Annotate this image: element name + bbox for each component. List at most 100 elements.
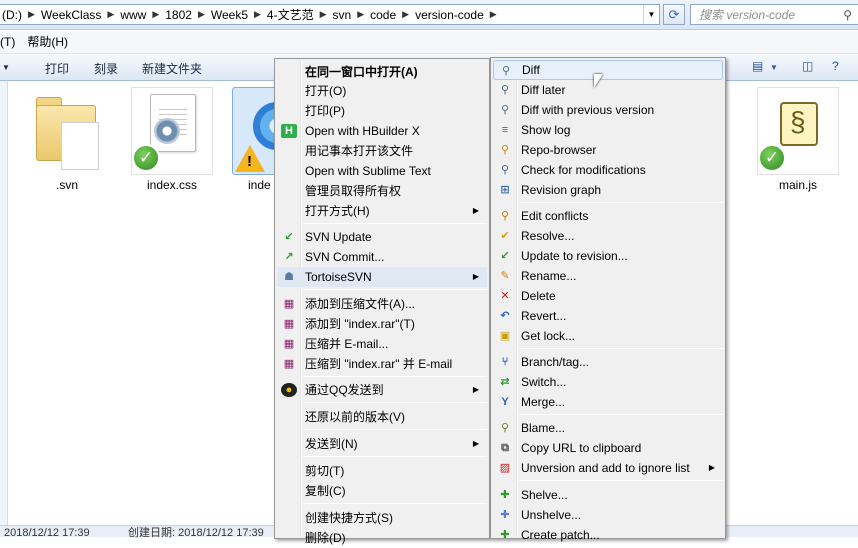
menu-cut[interactable]: 剪切(T) (277, 461, 487, 481)
menu-add-to-index-rar[interactable]: ▦ 添加到 "index.rar"(T) (277, 314, 487, 334)
menu-open-with[interactable]: 打开方式(H) ▶ (277, 201, 487, 221)
create-patch-icon: ✚ (500, 529, 510, 541)
svn-diff[interactable]: ⚲ Diff (493, 60, 723, 80)
menu-copy[interactable]: 复制(C) (277, 481, 487, 501)
search-input[interactable]: 搜索 version-code ⚲ (690, 4, 858, 25)
magnifier-icon: ⚲ (500, 84, 510, 96)
svn-rename[interactable]: ✎ Rename... (493, 266, 723, 286)
qq-penguin-icon: ● (281, 383, 297, 397)
menu-separator (303, 376, 487, 377)
menu-compress-index-rar-email[interactable]: ▦ 压缩到 "index.rar" 并 E-mail (277, 354, 487, 374)
menu-open-sublime[interactable]: Open with Sublime Text (277, 161, 487, 181)
svn-update-to-revision[interactable]: ↙ Update to revision... (493, 246, 723, 266)
svn-normal-status-icon: ✓ (132, 144, 160, 172)
crumb-svn[interactable]: svn ▶ (333, 8, 371, 22)
crumb-code[interactable]: code ▶ (370, 8, 415, 22)
file-item-main-js[interactable]: ✓ main.js (753, 87, 843, 192)
chevron-right-icon: ▶ (319, 9, 327, 19)
svn-switch[interactable]: ⇄ Switch... (493, 372, 723, 392)
crumb-drive[interactable]: (D:) ▶ (2, 8, 41, 22)
chevron-right-icon: ▶ (357, 9, 365, 19)
status-created-date: 创建日期: 2018/12/12 17:39 (128, 527, 264, 539)
menu-separator (303, 429, 487, 430)
menu-separator (303, 503, 487, 504)
address-dropdown-icon[interactable]: ▼ (643, 5, 659, 24)
branch-icon: ⑂ (501, 356, 509, 368)
breadcrumb[interactable]: (D:) ▶ WeekClass ▶ www ▶ 1802 ▶ Week5 ▶ 4-文艺范… (0, 4, 660, 25)
navigation-pane[interactable] (0, 81, 8, 525)
svn-copy-url[interactable]: ⧉ Copy URL to clipboard (493, 438, 723, 458)
blame-icon: ⚲ (500, 422, 510, 434)
svn-show-log[interactable]: ≡ Show log (493, 120, 723, 140)
svn-branch-tag[interactable]: ⑂ Branch/tag... (493, 352, 723, 372)
svn-update-icon: ↙ (284, 231, 294, 243)
hbuilder-icon: H (281, 124, 297, 138)
submenu-arrow-icon: ▶ (708, 463, 715, 472)
svn-diff-later[interactable]: ⚲ Diff later (493, 80, 723, 100)
crumb-version-code[interactable]: version-code ▶ (415, 8, 503, 22)
repo-browser-icon: ⚲ (500, 144, 510, 156)
menu-restore-previous[interactable]: 还原以前的版本(V) (277, 407, 487, 427)
menu-open-same-window[interactable]: 在同一窗口中打开(A) (277, 62, 487, 82)
print-button[interactable]: 打印 (45, 60, 69, 77)
svn-blame[interactable]: ⚲ Blame... (493, 418, 723, 438)
svn-create-patch[interactable]: ✚ Create patch... (493, 525, 723, 545)
menu-separator (519, 414, 723, 415)
menu-delete[interactable]: 删除(D) (277, 528, 487, 548)
view-options-icon[interactable]: ▤ (752, 59, 770, 75)
burn-button[interactable]: 刻录 (94, 60, 118, 77)
merge-icon: Y (501, 396, 509, 408)
svn-get-lock[interactable]: ▣ Get lock... (493, 326, 723, 346)
menu-compress-email[interactable]: ▦ 压缩并 E-mail... (277, 334, 487, 354)
help-icon[interactable]: ? (832, 59, 850, 75)
svn-unshelve[interactable]: ✚ Unshelve... (493, 505, 723, 525)
menu-tools[interactable]: (T) (0, 35, 15, 49)
crumb-www[interactable]: www ▶ (120, 8, 165, 22)
svn-delete[interactable]: ✕ Delete (493, 286, 723, 306)
svn-resolve[interactable]: ✔ Resolve... (493, 226, 723, 246)
menu-open[interactable]: 打开(O) (277, 81, 487, 101)
svn-revision-graph[interactable]: ⊞ Revision graph (493, 180, 723, 200)
copy-url-icon: ⧉ (501, 442, 509, 454)
refresh-button[interactable]: ⟳ (663, 4, 685, 25)
menu-send-to[interactable]: 发送到(N) ▶ (277, 434, 487, 454)
submenu-arrow-icon: ▶ (472, 385, 479, 394)
menu-print[interactable]: 打印(P) (277, 101, 487, 121)
svn-edit-conflicts[interactable]: ⚲ Edit conflicts (493, 206, 723, 226)
svn-check-modifications[interactable]: ⚲ Check for modifications (493, 160, 723, 180)
crumb-1802[interactable]: 1802 ▶ (165, 8, 211, 22)
file-item-index-css[interactable]: ✓ index.css (127, 87, 217, 192)
file-name: index.css (146, 178, 198, 192)
svn-shelve[interactable]: ✚ Shelve... (493, 485, 723, 505)
refresh-icon: ⟳ (668, 6, 680, 22)
menu-tortoisesvn[interactable]: ☗ TortoiseSVN ▶ (277, 267, 487, 287)
crumb-week5[interactable]: Week5 ▶ (211, 8, 267, 22)
menu-add-to-archive[interactable]: ▦ 添加到压缩文件(A)... (277, 294, 487, 314)
crumb-weekclass[interactable]: WeekClass ▶ (41, 8, 120, 22)
status-modified-date: 2018/12/12 17:39 (4, 527, 90, 539)
menu-take-ownership[interactable]: 管理员取得所有权 (277, 181, 487, 201)
mouse-cursor-icon (594, 74, 603, 88)
preview-pane-icon[interactable]: ◫ (802, 59, 820, 75)
svn-diff-previous[interactable]: ⚲ Diff with previous version (493, 100, 723, 120)
menu-open-notepad[interactable]: 用记事本打开该文件 (277, 141, 487, 161)
crumb-wenyifan[interactable]: 4-文艺范 ▶ (267, 6, 333, 23)
menu-open-hbuilder[interactable]: H Open with HBuilder X (277, 121, 487, 141)
svn-merge[interactable]: Y Merge... (493, 392, 723, 412)
menu-create-shortcut[interactable]: 创建快捷方式(S) (277, 508, 487, 528)
menu-svn-update[interactable]: ↙ SVN Update (277, 227, 487, 247)
menu-send-via-qq[interactable]: ● 通过QQ发送到 ▶ (277, 380, 487, 400)
menu-separator (519, 348, 723, 349)
revert-icon: ↶ (500, 310, 510, 322)
view-dropdown-icon[interactable]: ▼ (770, 63, 788, 79)
menu-help[interactable]: 帮助(H) (27, 33, 68, 50)
svn-repo-browser[interactable]: ⚲ Repo-browser (493, 140, 723, 160)
tortoisesvn-submenu: ⚲ Diff ⚲ Diff later ⚲ Diff with previous ve… (490, 57, 726, 542)
new-folder-button[interactable]: 新建文件夹 (142, 60, 202, 77)
toolbar-dropdown-icon[interactable]: ▼ (2, 63, 10, 72)
svn-unversion-ignore[interactable]: ▨ Unversion and add to ignore list ▶ (493, 458, 723, 478)
file-item-svn[interactable]: .svn (22, 87, 112, 192)
menu-svn-commit[interactable]: ↗ SVN Commit... (277, 247, 487, 267)
svn-revert[interactable]: ↶ Revert... (493, 306, 723, 326)
rename-pencil-icon: ✎ (500, 270, 510, 282)
